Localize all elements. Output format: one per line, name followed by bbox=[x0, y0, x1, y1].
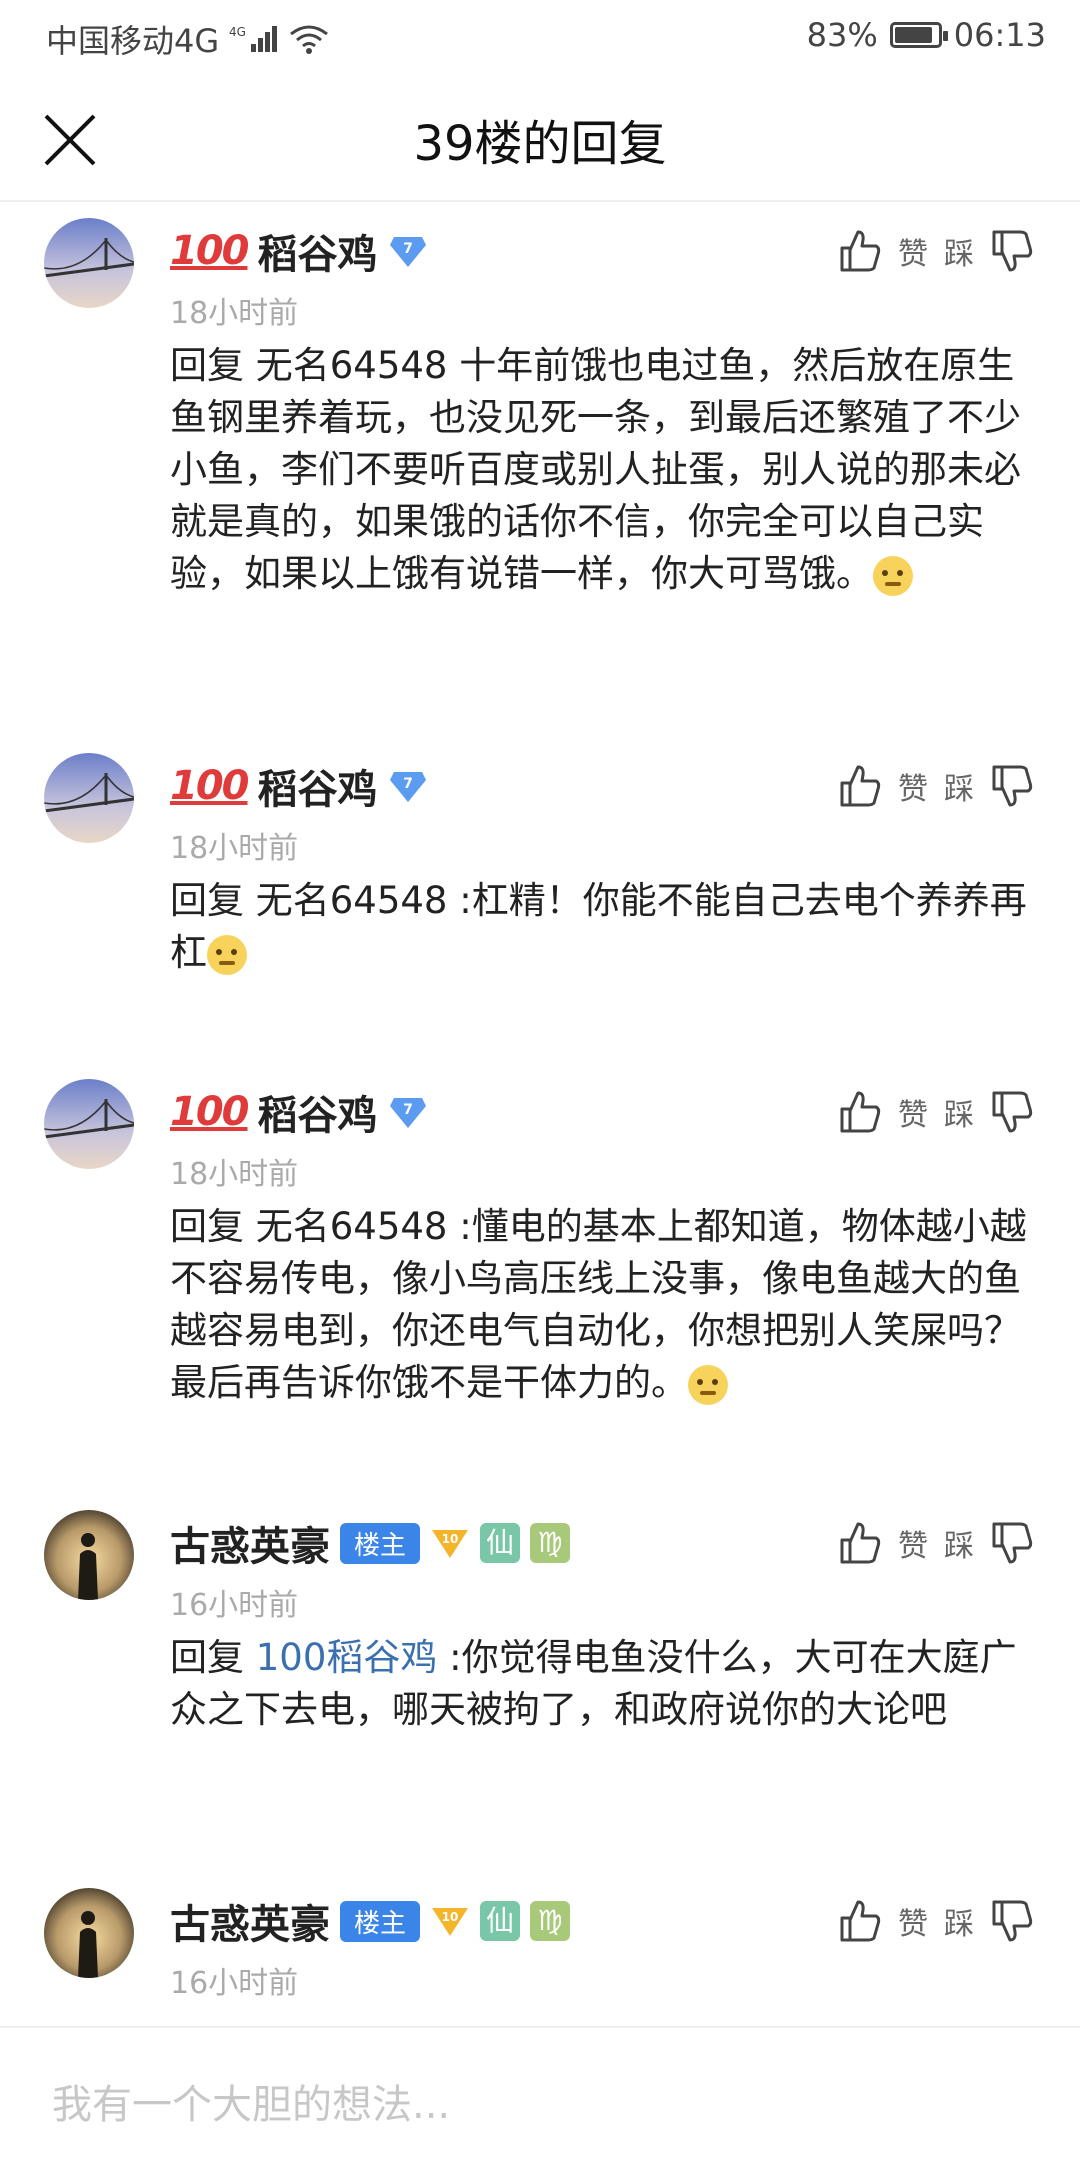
reply-text: 回复 100稻谷鸡 :你觉得电鱼没什么，大可在大庭广众之下去电，哪天被拘了，和政… bbox=[170, 1636, 1017, 1731]
host-badge: 楼主 bbox=[340, 1900, 421, 1942]
avatar[interactable] bbox=[44, 1079, 134, 1169]
avatar[interactable] bbox=[44, 218, 134, 308]
xian-tag: 仙 bbox=[480, 1523, 521, 1563]
reply-text: 回复 无名64548 十年前饿也电过鱼，然后放在原生鱼钢里养着玩，也没见死一条，… bbox=[170, 344, 1021, 596]
zodiac-virgo-icon: ♍ bbox=[530, 1523, 571, 1563]
thumbs-up-icon[interactable] bbox=[838, 1898, 882, 1944]
avatar[interactable] bbox=[44, 1888, 134, 1978]
svg-text:10: 10 bbox=[442, 1910, 459, 1924]
battery-percent: 83% bbox=[806, 16, 878, 54]
sweat-emoji-icon bbox=[873, 555, 913, 596]
svg-text:4G: 4G bbox=[229, 25, 246, 39]
reply-text: 回复 无名64548 :懂电的基本上都知道，物体越小越不容易传电，像小鸟高压线上… bbox=[170, 1205, 1027, 1405]
thumbs-down-icon[interactable] bbox=[990, 1089, 1034, 1135]
svg-text:7: 7 bbox=[403, 241, 413, 257]
host-badge: 楼主 bbox=[340, 1522, 421, 1564]
thumbs-down-icon[interactable] bbox=[990, 228, 1034, 274]
username[interactable]: 古惑英豪 bbox=[170, 1514, 330, 1572]
hundred-emoji-icon: 100 bbox=[170, 1089, 249, 1135]
username[interactable]: 稻谷鸡 bbox=[258, 757, 378, 815]
like-label[interactable]: 赞 bbox=[898, 764, 928, 808]
xian-tag: 仙 bbox=[480, 1901, 521, 1941]
wifi-icon bbox=[290, 25, 329, 54]
vip-diamond-icon: 7 bbox=[389, 237, 426, 267]
avatar[interactable] bbox=[44, 1510, 134, 1600]
svg-text:7: 7 bbox=[403, 1102, 413, 1118]
hundred-emoji-icon: 100 bbox=[170, 763, 249, 809]
comment-input-bar[interactable]: 我有一个大胆的想法... bbox=[0, 2026, 1080, 2162]
dislike-label[interactable]: 踩 bbox=[944, 1899, 974, 1943]
hundred-emoji-icon: 100 bbox=[170, 228, 249, 274]
post-time: 18小时前 bbox=[170, 831, 299, 866]
dislike-label[interactable]: 踩 bbox=[944, 1521, 974, 1565]
username[interactable]: 古惑英豪 bbox=[170, 1892, 330, 1950]
post-time: 18小时前 bbox=[170, 1157, 299, 1192]
thumbs-up-icon[interactable] bbox=[838, 1089, 882, 1135]
vip-diamond-icon: 7 bbox=[389, 1098, 426, 1128]
username[interactable]: 稻谷鸡 bbox=[258, 222, 378, 280]
carrier-label: 中国移动4G bbox=[46, 22, 220, 60]
sweat-emoji-icon bbox=[688, 1364, 728, 1405]
post-time: 16小时前 bbox=[170, 1588, 299, 1623]
angry-emoji-icon bbox=[207, 934, 247, 975]
post-time: 18小时前 bbox=[170, 296, 299, 331]
battery-icon bbox=[889, 22, 948, 48]
reply-text: 回复 无名64548 :杠精！你能不能自己去电个养养再杠 bbox=[170, 879, 1027, 975]
level-badge-icon: 10 bbox=[432, 1530, 469, 1558]
thumbs-down-icon[interactable] bbox=[990, 1520, 1034, 1566]
post-time: 16小时前 bbox=[170, 1966, 299, 2001]
username[interactable]: 稻谷鸡 bbox=[258, 1083, 378, 1141]
page-header: 39楼的回复 bbox=[0, 80, 1080, 202]
comment-input-placeholder[interactable]: 我有一个大胆的想法... bbox=[52, 2072, 450, 2130]
like-label[interactable]: 赞 bbox=[898, 1899, 928, 1943]
dislike-label[interactable]: 踩 bbox=[944, 764, 974, 808]
vip-diamond-icon: 7 bbox=[389, 772, 426, 802]
status-bar: 中国移动4G 4G 83% 06:13 bbox=[0, 0, 1080, 72]
thumbs-down-icon[interactable] bbox=[990, 763, 1034, 809]
dislike-label[interactable]: 踩 bbox=[944, 1090, 974, 1134]
like-label[interactable]: 赞 bbox=[898, 229, 928, 273]
thumbs-up-icon[interactable] bbox=[838, 763, 882, 809]
avatar[interactable] bbox=[44, 753, 134, 843]
page-title: 39楼的回复 bbox=[413, 116, 667, 172]
dislike-label[interactable]: 踩 bbox=[944, 229, 974, 273]
thumbs-up-icon[interactable] bbox=[838, 228, 882, 274]
svg-text:10: 10 bbox=[442, 1532, 459, 1546]
thumbs-up-icon[interactable] bbox=[838, 1520, 882, 1566]
mention-link[interactable]: 100稻谷鸡 bbox=[256, 1636, 438, 1679]
zodiac-virgo-icon: ♍ bbox=[530, 1901, 571, 1941]
svg-text:7: 7 bbox=[403, 776, 413, 792]
clock: 06:13 bbox=[953, 16, 1046, 54]
signal-icon: 4G bbox=[229, 25, 278, 52]
level-badge-icon: 10 bbox=[432, 1908, 469, 1936]
like-label[interactable]: 赞 bbox=[898, 1521, 928, 1565]
thumbs-down-icon[interactable] bbox=[990, 1898, 1034, 1944]
like-label[interactable]: 赞 bbox=[898, 1090, 928, 1134]
